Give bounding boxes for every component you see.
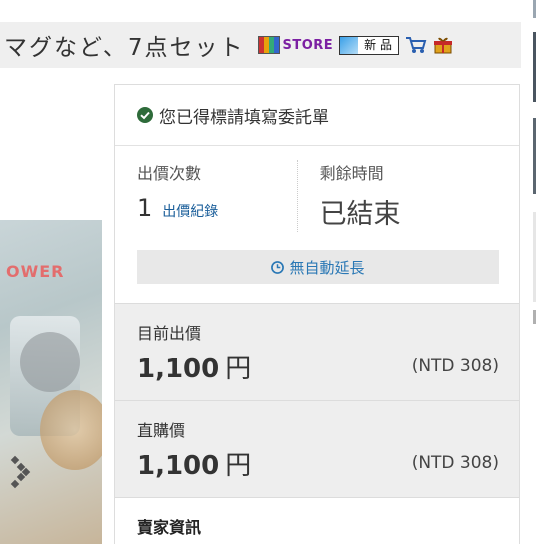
gift-icon[interactable] — [433, 36, 453, 54]
clock-icon — [271, 260, 285, 274]
current-price-unit: 円 — [225, 354, 252, 384]
buy-now-price: 直購價 1,100 円 (NTD 308) — [115, 400, 519, 497]
current-price-ntd: (NTD 308) — [411, 356, 499, 376]
auto-extend-text: 無自動延長 — [289, 258, 365, 277]
buy-now-price-label: 直購價 — [137, 421, 186, 440]
time-left-label: 剩餘時間 — [319, 164, 384, 183]
store-badge[interactable]: STORE — [258, 36, 333, 54]
win-status: 您已得標請填寫委託單 — [115, 85, 519, 146]
seller-info: 賣家資訊 — [115, 497, 519, 546]
buy-now-price-ntd: (NTD 308) — [411, 453, 499, 473]
time-left: 剩餘時間 已結束 — [296, 160, 519, 232]
store-badge-label: STORE — [282, 37, 334, 53]
item-title: マグなど、7点セット — [4, 35, 245, 61]
bid-count-label: 出價次數 — [137, 164, 202, 183]
seller-info-label: 賣家資訊 — [137, 518, 202, 537]
new-item-badge: 新 品 — [339, 35, 399, 55]
bid-count-value-row: 1 出價紀錄 — [137, 194, 297, 222]
buy-now-price-value: 1,100 円 — [137, 445, 251, 482]
current-price-label: 目前出價 — [137, 324, 202, 343]
time-left-value: 已結束 — [319, 199, 401, 230]
product-image[interactable]: OWER — [0, 220, 102, 544]
current-price-value: 1,100 円 — [137, 348, 251, 385]
product-shape — [40, 390, 102, 470]
check-circle-icon — [137, 107, 153, 123]
next-image-arrow-icon[interactable] — [8, 452, 34, 492]
win-status-text: 您已得標請填寫委託單 — [159, 107, 329, 128]
cart-icon[interactable] — [405, 36, 427, 54]
bid-count: 出價次數 1 出價紀錄 — [137, 160, 297, 232]
bid-count-value: 1 — [137, 194, 153, 222]
bid-history-link[interactable]: 出價紀錄 — [162, 201, 218, 221]
current-price: 目前出價 1,100 円 (NTD 308) — [115, 303, 519, 400]
bid-panel: 您已得標請填寫委託單 出價次數 1 出價紀錄 剩餘時間 已結束 無自動延長 目前… — [114, 84, 520, 546]
product-shape — [20, 332, 80, 392]
bid-stats: 出價次數 1 出價紀錄 剩餘時間 已結束 — [115, 146, 519, 232]
buy-now-price-unit: 円 — [225, 451, 252, 481]
badges: STORE 新 品 — [258, 35, 453, 55]
new-item-icon — [340, 36, 359, 54]
current-price-amount: 1,100 — [137, 354, 220, 384]
auto-extend-notice: 無自動延長 — [137, 250, 499, 284]
product-brand-text: OWER — [6, 262, 65, 281]
title-bar: マグなど、7点セット STORE 新 品 — [0, 22, 521, 68]
buy-now-price-amount: 1,100 — [137, 451, 220, 481]
store-icon — [258, 36, 281, 54]
new-item-label: 新 品 — [358, 36, 398, 54]
